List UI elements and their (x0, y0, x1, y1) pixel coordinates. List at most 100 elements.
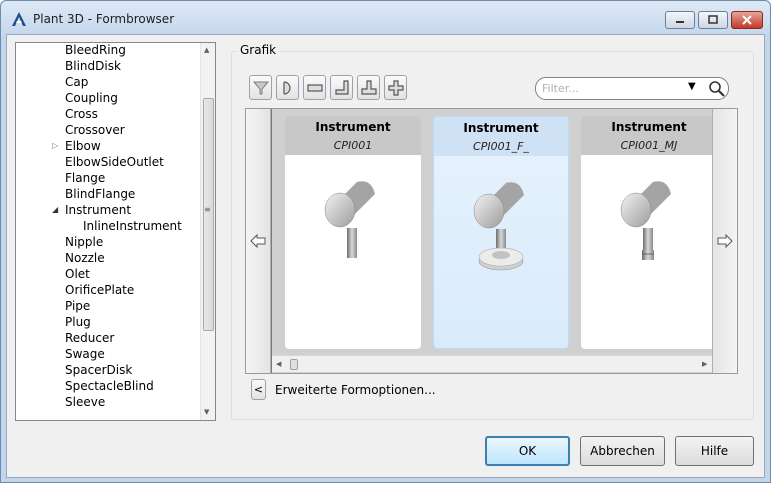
tree-item[interactable]: Reducer (16, 330, 201, 346)
tree-item-label: OrificePlate (65, 283, 135, 297)
shape-card-title: Instrument (315, 120, 391, 134)
elbow-end-button[interactable] (330, 75, 353, 100)
half-round-end-button[interactable] (276, 75, 299, 100)
tree-item-label: Swage (65, 347, 105, 361)
shape-card[interactable]: Instrument CPI001_F_ (433, 116, 569, 349)
elbow-end-icon (334, 79, 349, 95)
maximize-button[interactable] (698, 11, 728, 29)
chevron-down-icon[interactable]: ▼ (688, 81, 696, 92)
shape-card-header: Instrument CPI001_F_ (434, 117, 568, 156)
scroll-left-arrow-icon[interactable]: ◀ (276, 360, 281, 368)
dialog-client-area: BleedRing BlindDisk Cap Coupling Cross Crosso… (6, 34, 765, 478)
tree-item-label: BlindDisk (65, 59, 121, 73)
tree-item-label: Elbow (65, 139, 101, 153)
tree-item[interactable]: ▷ Elbow (16, 138, 201, 154)
tree-item[interactable]: SpacerDisk (16, 362, 201, 378)
cancel-button[interactable]: Abbrechen (580, 436, 665, 466)
window-title: Plant 3D - Formbrowser (33, 12, 175, 26)
help-button[interactable]: Hilfe (675, 436, 754, 466)
tree-item-label: Coupling (65, 91, 118, 105)
tree-item-label: Crossover (65, 123, 125, 137)
filter-toggle-button[interactable] (249, 75, 272, 100)
tree-item[interactable]: Nozzle (16, 250, 201, 266)
filter-combobox[interactable]: ▼ (535, 77, 729, 100)
instrument-shape-icon (473, 182, 524, 271)
scroll-up-arrow-icon[interactable]: ▲ (204, 46, 209, 54)
filter-input[interactable] (542, 81, 682, 96)
tree-item[interactable]: InlineInstrument (16, 218, 201, 234)
tree-item-label: Cap (65, 75, 89, 89)
shape-gallery: Instrument CPI001 Instrument CPI001_F_ Instr… (245, 108, 738, 374)
tree-item[interactable]: Olet (16, 266, 201, 282)
tree-item[interactable]: Sleeve (16, 394, 201, 410)
minimize-icon (676, 21, 684, 23)
scroll-right-arrow-icon[interactable]: ▶ (702, 360, 707, 368)
gallery-horizontal-scrollbar[interactable]: ◀ ▶ (272, 355, 712, 372)
close-button[interactable] (731, 11, 763, 29)
tree-list: BleedRing BlindDisk Cap Coupling Cross Crosso… (16, 43, 201, 410)
shape-card[interactable]: Instrument CPI001_MJ (581, 116, 717, 349)
instrument-shape-icon (620, 181, 671, 260)
tee-end-icon (360, 79, 377, 95)
instrument-shape-icon (324, 181, 375, 258)
tree-item[interactable]: Nipple (16, 234, 201, 250)
gallery-next-button[interactable] (712, 109, 737, 373)
ok-button[interactable]: OK (485, 436, 570, 466)
tree-item[interactable]: ◢ Instrument (16, 202, 201, 218)
tree-item-label: SpacerDisk (65, 363, 133, 377)
cross-end-icon (387, 79, 404, 96)
tree-item[interactable]: Flange (16, 170, 201, 186)
autocad-a-icon (12, 12, 26, 26)
half-round-end-icon (282, 80, 291, 95)
shape-card[interactable]: Instrument CPI001 (285, 116, 421, 349)
scroll-down-arrow-icon[interactable]: ▼ (204, 408, 209, 416)
collapsed-triangle-icon[interactable]: ▷ (52, 138, 62, 154)
gallery-strip: Instrument CPI001 Instrument CPI001_F_ Instr… (272, 109, 717, 373)
cross-end-button[interactable] (384, 75, 407, 100)
tree-item-label: Pipe (65, 299, 91, 313)
title-bar[interactable]: Plant 3D - Formbrowser (1, 1, 770, 37)
filter-icon (252, 81, 269, 94)
gallery-prev-button[interactable] (246, 109, 271, 373)
tree-vertical-scrollbar[interactable]: ▲ ≡ ▼ (200, 43, 215, 420)
tree-item-label: Sleeve (65, 395, 106, 409)
shape-card-subtitle: CPI001_F_ (473, 140, 529, 153)
tree-item[interactable]: Coupling (16, 90, 201, 106)
form-tree: BleedRing BlindDisk Cap Coupling Cross Crosso… (15, 42, 216, 421)
shape-card-header: Instrument CPI001_MJ (581, 116, 717, 155)
tree-item[interactable]: Pipe (16, 298, 201, 314)
tree-item-label: Nipple (65, 235, 104, 249)
maximize-icon (708, 15, 718, 24)
tree-item[interactable]: Cross (16, 106, 201, 122)
tee-end-button[interactable] (357, 75, 380, 100)
tree-item-label: Reducer (65, 331, 115, 345)
minimize-button[interactable] (665, 11, 695, 29)
extended-options-label[interactable]: Erweiterte Formoptionen... (275, 383, 436, 397)
tree-item-label: ElbowSideOutlet (65, 155, 164, 169)
gallery-scroll-thumb[interactable] (290, 359, 298, 370)
tree-item-label: SpectacleBlind (65, 379, 154, 393)
tree-item-label: Olet (65, 267, 90, 281)
tree-item[interactable]: BlindFlange (16, 186, 201, 202)
tree-item-label: Flange (65, 171, 106, 185)
tree-item[interactable]: Cap (16, 74, 201, 90)
tree-scroll-thumb[interactable] (203, 98, 214, 331)
straight-end-button[interactable] (303, 75, 326, 100)
search-icon[interactable] (708, 80, 726, 98)
tree-item[interactable]: OrificePlate (16, 282, 201, 298)
shape-card-subtitle: CPI001 (333, 139, 373, 152)
tree-item[interactable]: BleedRing (16, 43, 201, 58)
extended-options-toggle-button[interactable]: < (251, 379, 266, 400)
tree-item[interactable]: Swage (16, 346, 201, 362)
tree-item-label: BlindFlange (65, 187, 136, 201)
form-browser-window: Plant 3D - Formbrowser BleedRing BlindDis… (0, 0, 771, 483)
expanded-triangle-icon[interactable]: ◢ (52, 202, 62, 218)
tree-item[interactable]: ElbowSideOutlet (16, 154, 201, 170)
tree-item[interactable]: SpectacleBlind (16, 378, 201, 394)
tree-item[interactable]: Crossover (16, 122, 201, 138)
tree-item[interactable]: BlindDisk (16, 58, 201, 74)
shape-card-subtitle: CPI001_MJ (620, 139, 678, 152)
tree-item[interactable]: Plug (16, 314, 201, 330)
shape-card-title: Instrument (611, 120, 687, 134)
arrow-left-icon (250, 234, 266, 248)
